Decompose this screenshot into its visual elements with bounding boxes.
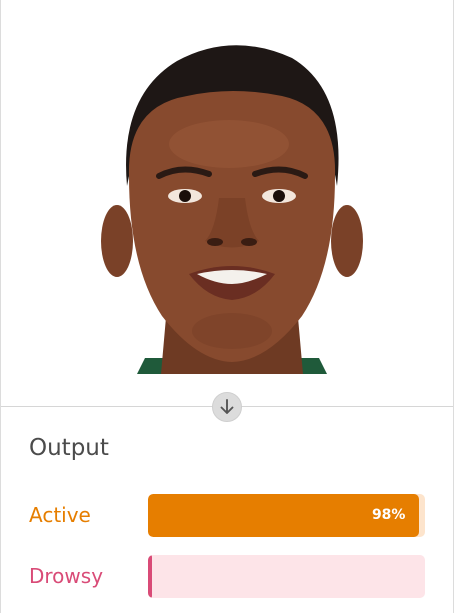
- confidence-bar-track: [148, 555, 425, 598]
- app-frame: Output Active 98% Drowsy: [0, 0, 454, 613]
- confidence-bar-fill: [148, 555, 153, 598]
- output-title: Output: [29, 435, 109, 461]
- confidence-percent: 98%: [371, 507, 406, 523]
- confidence-bar-fill: 98%: [148, 494, 420, 537]
- face-photo: [101, 45, 363, 374]
- result-label: Active: [29, 503, 91, 527]
- confidence-bar-track: 98%: [148, 494, 425, 537]
- result-row-active: Active 98%: [1, 494, 453, 538]
- result-label: Drowsy: [29, 564, 104, 588]
- input-image-panel: [1, 0, 453, 407]
- result-row-drowsy: Drowsy: [1, 555, 453, 599]
- arrow-down-icon: [212, 392, 242, 422]
